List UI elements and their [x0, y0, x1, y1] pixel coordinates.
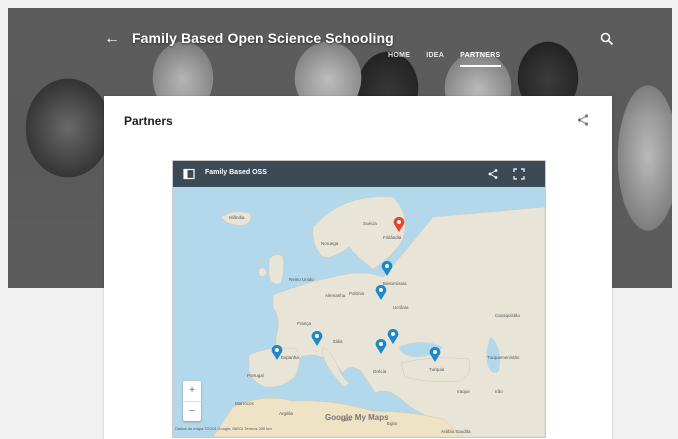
nav-tabs: HOME IDEA PARTNERS [388, 52, 501, 67]
map-label: Finlândia [383, 235, 402, 240]
map-label: Irão [495, 389, 503, 394]
map-title: Family Based OSS [205, 169, 267, 176]
map-label: Argélia [279, 411, 294, 416]
map-label: Itália [333, 339, 343, 344]
map-label: Cazaquistão [495, 313, 521, 318]
google-logo: Google My Maps [325, 413, 389, 422]
map-label: Turquemenistão [487, 355, 520, 360]
site-title[interactable]: Family Based Open Science Schooling [132, 30, 394, 46]
map-label: Reino Unido [289, 277, 314, 282]
nav-tab-partners[interactable]: PARTNERS [460, 52, 501, 67]
nav-tab-home[interactable]: HOME [388, 52, 410, 67]
nav-tab-idea[interactable]: IDEA [426, 52, 444, 67]
map-header-bar: Family Based OSS [173, 161, 545, 187]
map-label: Espanha [281, 355, 299, 360]
map-label: Alemanha [325, 293, 346, 298]
map-label: Arábia Saudita [441, 429, 471, 434]
embedded-map[interactable]: Family Based OSS Islândia Suécia Noruega… [172, 160, 546, 438]
top-navigation-bar: ← Family Based Open Science Schooling HO… [8, 8, 672, 72]
map-label: Noruega [321, 241, 339, 246]
map-zoom-control: + − [183, 381, 201, 421]
map-label: Turquia [429, 367, 445, 372]
map-label: Portugal [247, 373, 264, 378]
map-label: Grécia [373, 369, 387, 374]
share-icon[interactable] [487, 168, 499, 180]
map-label: Suécia [363, 221, 377, 226]
map-label: França [297, 321, 312, 326]
map-label: Bielorrússia [383, 281, 407, 286]
map-label: Iraque [457, 389, 470, 394]
layers-icon[interactable] [183, 168, 195, 180]
fullscreen-icon[interactable] [513, 168, 525, 180]
share-icon[interactable] [576, 113, 590, 127]
content-card: Partners Family Based OSS Islândia Suéci… [104, 96, 612, 439]
map-label: Polónia [349, 291, 365, 296]
map-label: Ucrânia [393, 305, 409, 310]
page-title: Partners [124, 114, 173, 128]
map-attribution[interactable]: Dados do mapa ©2019 Google, INEGI Termos… [175, 426, 272, 431]
map-label: Marrocos [235, 401, 255, 406]
arrow-left-icon[interactable]: ← [104, 30, 120, 48]
zoom-in-button[interactable]: + [183, 381, 201, 402]
map-canvas[interactable]: Islândia Suécia Noruega Finlândia Reino … [173, 187, 545, 437]
map-label: Islândia [229, 215, 245, 220]
search-icon[interactable] [600, 32, 614, 46]
zoom-out-button[interactable]: − [183, 402, 201, 422]
